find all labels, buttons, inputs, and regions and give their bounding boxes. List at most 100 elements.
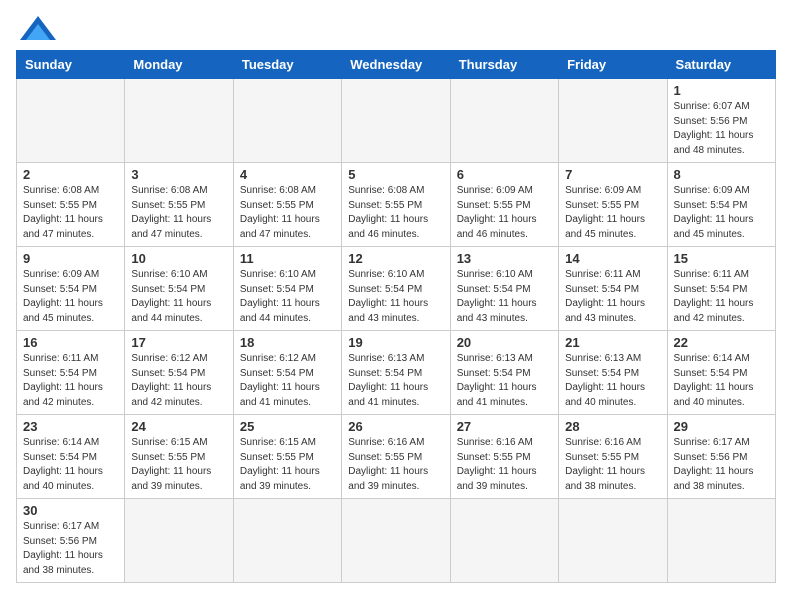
calendar-cell: 14Sunrise: 6:11 AM Sunset: 5:54 PM Dayli… [559,247,667,331]
calendar-cell: 17 Sunrise: 6:12 AM Sunset: 5:54 PM Dayli… [125,331,233,415]
calendar-cell: 7 Sunrise: 6:09 AM Sunset: 5:55 PM Daylig… [559,163,667,247]
day-number: 12 [348,251,443,266]
day-number: 30 [23,503,118,518]
day-info: Sunrise: 6:14 AM Sunset: 5:54 PM Dayligh… [674,352,769,410]
calendar-cell: 23 Sunrise: 6:14 AM Sunset: 5:54 PM Dayli… [17,415,125,499]
day-info: Sunrise: 6:09 AM Sunset: 5:54 PM Dayligh… [674,184,769,242]
day-info: Sunrise: 6:07 AM Sunset: 5:56 PM Dayligh… [674,100,769,158]
day-info: Sunrise: 6:11 AM Sunset: 5:54 PM Dayligh… [674,268,769,326]
calendar-cell [17,79,125,163]
day-number: 10 [131,251,226,266]
page-header [16,16,776,40]
day-info: Sunrise: 6:12 AM Sunset: 5:54 PM Dayligh… [240,352,335,410]
calendar-table: SundayMondayTuesdayWednesdayThursdayFrid… [16,50,776,583]
calendar-header-friday: Friday [559,51,667,79]
calendar-cell: 8 Sunrise: 6:09 AM Sunset: 5:54 PM Daylig… [667,163,775,247]
week-row-6: 30 Sunrise: 6:17 AM Sunset: 5:56 PM Dayli… [17,499,776,583]
calendar-cell: 28Sunrise: 6:16 AM Sunset: 5:55 PM Dayli… [559,415,667,499]
calendar-cell [450,79,558,163]
calendar-header-sunday: Sunday [17,51,125,79]
day-number: 3 [131,167,226,182]
day-info: Sunrise: 6:13 AM Sunset: 5:54 PM Dayligh… [348,352,443,410]
day-number: 23 [23,419,118,434]
calendar-cell: 22 Sunrise: 6:14 AM Sunset: 5:54 PM Dayli… [667,331,775,415]
day-info: Sunrise: 6:11 AM Sunset: 5:54 PM Dayligh… [565,268,660,326]
calendar-cell: 25 Sunrise: 6:15 AM Sunset: 5:55 PM Dayli… [233,415,341,499]
day-number: 20 [457,335,552,350]
calendar-cell: 6 Sunrise: 6:09 AM Sunset: 5:55 PM Daylig… [450,163,558,247]
calendar-cell [233,499,341,583]
calendar-cell: 24 Sunrise: 6:15 AM Sunset: 5:55 PM Dayli… [125,415,233,499]
calendar-header-monday: Monday [125,51,233,79]
calendar-cell: 2Sunrise: 6:08 AM Sunset: 5:55 PM Daylig… [17,163,125,247]
day-number: 24 [131,419,226,434]
day-info: Sunrise: 6:10 AM Sunset: 5:54 PM Dayligh… [348,268,443,326]
day-number: 9 [23,251,118,266]
day-info: Sunrise: 6:15 AM Sunset: 5:55 PM Dayligh… [240,436,335,494]
week-row-2: 2 Sunrise: 6:08 AM Sunset: 5:55 PM Daylig… [17,163,776,247]
week-row-3: 9 Sunrise: 6:09 AM Sunset: 5:54 PM Daylig… [17,247,776,331]
day-number: 6 [457,167,552,182]
calendar-cell: 5Sunrise: 6:08 AM Sunset: 5:55 PM Daylig… [342,163,450,247]
day-number: 29 [674,419,769,434]
calendar-cell [342,499,450,583]
day-number: 2 [23,167,118,182]
day-info: Sunrise: 6:09 AM Sunset: 5:54 PM Dayligh… [23,268,118,326]
calendar-cell [450,499,558,583]
day-info: Sunrise: 6:13 AM Sunset: 5:54 PM Dayligh… [565,352,660,410]
calendar-cell [125,499,233,583]
day-number: 8 [674,167,769,182]
calendar-cell: 11 Sunrise: 6:10 AM Sunset: 5:54 PM Dayli… [233,247,341,331]
day-info: Sunrise: 6:09 AM Sunset: 5:55 PM Dayligh… [565,184,660,242]
day-info: Sunrise: 6:16 AM Sunset: 5:55 PM Dayligh… [457,436,552,494]
calendar-cell: 13 Sunrise: 6:10 AM Sunset: 5:54 PM Dayli… [450,247,558,331]
calendar-cell: 18 Sunrise: 6:12 AM Sunset: 5:54 PM Dayli… [233,331,341,415]
calendar-header-tuesday: Tuesday [233,51,341,79]
calendar-cell: 27 Sunrise: 6:16 AM Sunset: 5:55 PM Dayli… [450,415,558,499]
day-info: Sunrise: 6:17 AM Sunset: 5:56 PM Dayligh… [23,520,118,578]
calendar-cell [667,499,775,583]
day-number: 19 [348,335,443,350]
calendar-cell: 10 Sunrise: 6:10 AM Sunset: 5:54 PM Dayli… [125,247,233,331]
day-info: Sunrise: 6:10 AM Sunset: 5:54 PM Dayligh… [240,268,335,326]
day-number: 7 [565,167,660,182]
day-number: 18 [240,335,335,350]
day-number: 4 [240,167,335,182]
calendar-cell [233,79,341,163]
day-info: Sunrise: 6:08 AM Sunset: 5:55 PM Dayligh… [240,184,335,242]
day-number: 11 [240,251,335,266]
day-info: Sunrise: 6:11 AM Sunset: 5:54 PM Dayligh… [23,352,118,410]
day-number: 25 [240,419,335,434]
day-info: Sunrise: 6:10 AM Sunset: 5:54 PM Dayligh… [457,268,552,326]
calendar-cell [125,79,233,163]
day-info: Sunrise: 6:09 AM Sunset: 5:55 PM Dayligh… [457,184,552,242]
day-number: 27 [457,419,552,434]
day-number: 13 [457,251,552,266]
calendar-cell: 15 Sunrise: 6:11 AM Sunset: 5:54 PM Dayli… [667,247,775,331]
calendar-header-row: SundayMondayTuesdayWednesdayThursdayFrid… [17,51,776,79]
day-number: 15 [674,251,769,266]
day-info: Sunrise: 6:12 AM Sunset: 5:54 PM Dayligh… [131,352,226,410]
day-info: Sunrise: 6:16 AM Sunset: 5:55 PM Dayligh… [565,436,660,494]
calendar-cell: 16Sunrise: 6:11 AM Sunset: 5:54 PM Dayli… [17,331,125,415]
week-row-5: 23 Sunrise: 6:14 AM Sunset: 5:54 PM Dayli… [17,415,776,499]
day-info: Sunrise: 6:10 AM Sunset: 5:54 PM Dayligh… [131,268,226,326]
day-info: Sunrise: 6:17 AM Sunset: 5:56 PM Dayligh… [674,436,769,494]
calendar-cell [559,499,667,583]
day-number: 5 [348,167,443,182]
calendar-cell: 4 Sunrise: 6:08 AM Sunset: 5:55 PM Daylig… [233,163,341,247]
logo-icon [20,16,56,40]
day-info: Sunrise: 6:16 AM Sunset: 5:55 PM Dayligh… [348,436,443,494]
calendar-cell: 12 Sunrise: 6:10 AM Sunset: 5:54 PM Dayli… [342,247,450,331]
day-info: Sunrise: 6:14 AM Sunset: 5:54 PM Dayligh… [23,436,118,494]
calendar-cell: 21Sunrise: 6:13 AM Sunset: 5:54 PM Dayli… [559,331,667,415]
calendar-cell: 20Sunrise: 6:13 AM Sunset: 5:54 PM Dayli… [450,331,558,415]
day-number: 17 [131,335,226,350]
day-number: 22 [674,335,769,350]
day-number: 1 [674,83,769,98]
calendar-cell: 9 Sunrise: 6:09 AM Sunset: 5:54 PM Daylig… [17,247,125,331]
calendar-cell [342,79,450,163]
day-info: Sunrise: 6:15 AM Sunset: 5:55 PM Dayligh… [131,436,226,494]
calendar-cell: 1 Sunrise: 6:07 AM Sunset: 5:56 PM Daylig… [667,79,775,163]
calendar-cell: 30 Sunrise: 6:17 AM Sunset: 5:56 PM Dayli… [17,499,125,583]
